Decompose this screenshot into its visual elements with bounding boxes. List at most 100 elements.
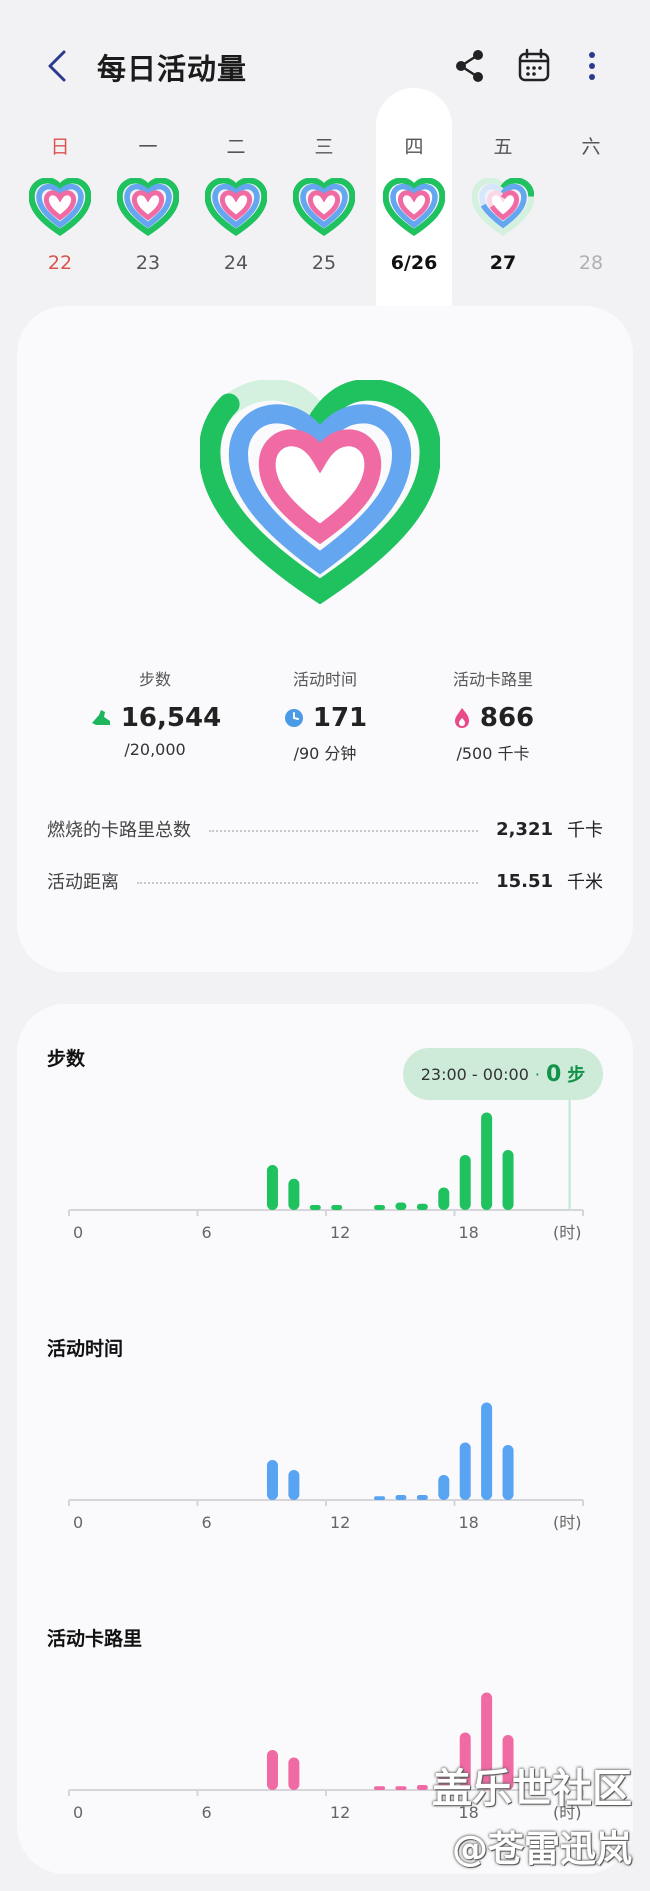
date-label: 23: [135, 252, 161, 274]
chart-bar[interactable]: [438, 1187, 450, 1211]
week-selector: 日 22 一 23 二 24 三 25 四 6/26 五 27 六 28: [0, 88, 650, 338]
total-calories-value: 2,321: [496, 818, 553, 840]
dotted-leader: [137, 882, 479, 884]
activity-heart-icon: [383, 178, 445, 236]
active-time-value: 171: [312, 703, 368, 733]
more-options-button[interactable]: [572, 46, 612, 86]
dotted-leader: [209, 830, 479, 832]
chart-bar[interactable]: [481, 1112, 493, 1211]
hourly-charts-card: 步数 23:00 - 00:00 · 0 步 0 6 12 18 (时) 活动时间 0 6…: [17, 1004, 633, 1874]
chart-bar[interactable]: [266, 1165, 278, 1210]
active-calories-stat[interactable]: 活动卡路里 866 /500 千卡: [393, 666, 593, 764]
calendar-button[interactable]: [514, 46, 554, 86]
chart-bar[interactable]: [438, 1475, 450, 1500]
day-item-wed[interactable]: 三 25: [286, 128, 362, 293]
chart-bar[interactable]: [288, 1178, 300, 1210]
chart-bar[interactable]: [374, 1496, 386, 1500]
x-axis-unit: (时): [553, 1223, 582, 1242]
chevron-left-icon: [48, 50, 66, 82]
active-calories-label: 活动卡路里: [452, 670, 533, 689]
activity-heart-icon: [29, 178, 91, 236]
chart-bar[interactable]: [288, 1470, 300, 1500]
chart-bar[interactable]: [266, 1460, 278, 1500]
activity-heart-icon: [117, 178, 179, 236]
chart-bar[interactable]: [416, 1495, 428, 1500]
day-item-thu-selected[interactable]: 四 6/26: [376, 88, 452, 338]
back-button[interactable]: [40, 44, 76, 88]
active-calories-goal: /500 千卡: [456, 744, 530, 763]
chart-bar[interactable]: [459, 1442, 471, 1501]
chart-bar[interactable]: [459, 1155, 471, 1210]
date-label: 24: [223, 252, 249, 274]
x-tick-label: 0: [73, 1223, 83, 1242]
total-calories-row: 燃烧的卡路里总数 2,321 千卡: [47, 814, 603, 844]
date-label: 22: [47, 252, 73, 274]
page-title: 每日活动量: [97, 52, 248, 86]
chart-tooltip: 23:00 - 00:00 · 0 步: [403, 1048, 603, 1100]
chart-bar[interactable]: [331, 1205, 343, 1210]
distance-row: 活动距离 15.51 千米: [47, 866, 603, 896]
steps-value: 16,544: [120, 703, 222, 733]
x-tick-label: 12: [330, 1513, 350, 1532]
activity-heart-partial-icon: [472, 178, 534, 236]
x-tick-label: 18: [459, 1223, 479, 1242]
summary-card: 步数 16,544 /20,000 活动时间 171 /90 分钟 活动卡路里: [17, 306, 633, 972]
active-time-chart-title: 活动时间: [47, 1338, 124, 1360]
day-item-tue[interactable]: 二 24: [198, 128, 274, 293]
app-header: 每日活动量: [0, 0, 650, 130]
chart-bar[interactable]: [502, 1445, 514, 1500]
tooltip-value: 0: [545, 1061, 562, 1087]
steps-chart-title: 步数: [47, 1048, 86, 1070]
x-tick-label: 12: [330, 1223, 350, 1242]
share-icon: [456, 50, 483, 82]
clock-icon: [284, 709, 303, 727]
x-axis-unit: (时): [553, 1513, 582, 1532]
weekday-label: 日: [50, 136, 70, 158]
share-button[interactable]: [450, 46, 490, 86]
date-label: 6/26: [390, 252, 438, 274]
x-tick-label: 6: [202, 1513, 212, 1532]
more-vertical-icon: [589, 52, 595, 80]
chart-bar[interactable]: [288, 1757, 300, 1791]
shoe-icon: [91, 710, 110, 725]
day-item-sun[interactable]: 日 22: [22, 128, 98, 293]
chart-bar[interactable]: [416, 1785, 428, 1790]
flame-icon: [454, 708, 469, 728]
watermark-author: @苍雷迅岚: [451, 1829, 632, 1870]
total-calories-label: 燃烧的卡路里总数: [47, 820, 191, 841]
total-calories-unit: 千卡: [567, 820, 603, 841]
x-tick-label: 6: [202, 1223, 212, 1242]
tooltip-unit: 步: [567, 1065, 586, 1086]
x-tick-label: 12: [330, 1803, 350, 1822]
day-item-fri[interactable]: 五 27: [465, 128, 541, 293]
chart-bar[interactable]: [502, 1150, 514, 1210]
chart-bar[interactable]: [395, 1786, 407, 1790]
date-label: 28: [578, 252, 604, 274]
x-tick-label: 18: [459, 1513, 479, 1532]
tooltip-separator: ·: [534, 1064, 540, 1084]
active-time-bar-chart[interactable]: 0 6 12 18 (时): [17, 1390, 633, 1540]
active-calories-value: 866: [479, 703, 535, 733]
distance-label: 活动距离: [47, 872, 119, 893]
chart-bar[interactable]: [374, 1205, 386, 1210]
calendar-icon: [518, 48, 550, 82]
x-tick-label: 6: [202, 1803, 212, 1822]
chart-bar[interactable]: [374, 1786, 386, 1790]
chart-bar[interactable]: [395, 1202, 407, 1211]
date-label: 25: [311, 252, 337, 274]
chart-bar[interactable]: [416, 1203, 428, 1210]
weekday-label: 二: [226, 136, 246, 158]
weekday-label: 三: [314, 136, 334, 158]
distance-unit: 千米: [567, 872, 603, 893]
day-item-mon[interactable]: 一 23: [110, 128, 186, 293]
activity-rings-heart: [200, 380, 440, 605]
chart-bar[interactable]: [481, 1402, 493, 1501]
chart-bar[interactable]: [266, 1750, 278, 1790]
activity-heart-icon: [205, 178, 267, 236]
steps-bar-chart[interactable]: 0 6 12 18 (时): [17, 1100, 633, 1250]
tooltip-range: 23:00 - 00:00: [420, 1064, 529, 1084]
active-calories-chart-title: 活动卡路里: [47, 1628, 143, 1650]
chart-bar[interactable]: [309, 1205, 321, 1210]
x-tick-label: 0: [73, 1803, 83, 1822]
chart-bar[interactable]: [395, 1495, 407, 1500]
